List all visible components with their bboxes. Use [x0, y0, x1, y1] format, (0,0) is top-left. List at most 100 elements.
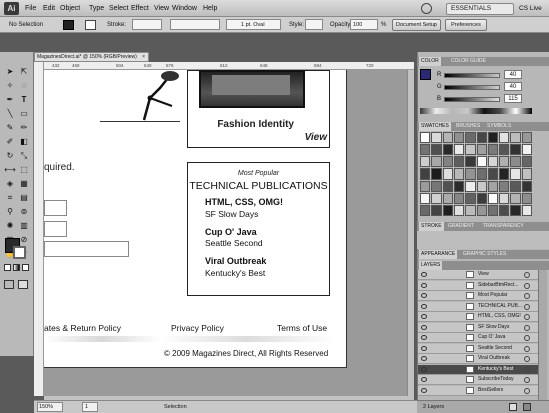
swatch[interactable]: [521, 132, 532, 144]
swatch[interactable]: [521, 204, 532, 216]
tab-symbols[interactable]: SYMBOLS: [485, 122, 513, 131]
swatch[interactable]: [521, 180, 532, 192]
swatch[interactable]: [442, 144, 453, 156]
swatch[interactable]: [453, 204, 465, 216]
layer-row[interactable]: Viral Outbreak: [418, 354, 538, 364]
gradient-tool-icon[interactable]: ▤: [18, 192, 30, 204]
variable-width-field[interactable]: [170, 19, 220, 30]
swatch[interactable]: [487, 204, 499, 216]
stroke-swatch[interactable]: [13, 246, 26, 259]
zoom-field[interactable]: 150%: [37, 402, 63, 412]
screen-mode-icon[interactable]: [18, 280, 28, 289]
tab-transparency[interactable]: TRANSPARENCY: [481, 222, 526, 231]
blend-tool-icon[interactable]: ⊚: [18, 206, 30, 218]
visibility-eye-icon[interactable]: [421, 387, 427, 393]
visibility-eye-icon[interactable]: [421, 377, 427, 382]
visibility-eye-icon[interactable]: [421, 366, 427, 372]
swatch-grid[interactable]: [420, 132, 532, 216]
swatch[interactable]: [420, 192, 431, 204]
swatch[interactable]: [442, 168, 453, 180]
fill-color-control[interactable]: [63, 20, 74, 30]
swatch[interactable]: [431, 168, 442, 180]
form-field-3[interactable]: [44, 241, 129, 257]
swatch[interactable]: [521, 156, 532, 168]
swatch[interactable]: [420, 144, 431, 156]
swatch[interactable]: [499, 168, 510, 180]
new-layer-icon[interactable]: [509, 403, 517, 411]
lasso-icon[interactable]: ◌: [18, 80, 30, 92]
swatch[interactable]: [499, 204, 510, 216]
swatch[interactable]: [420, 132, 431, 144]
target-circle-icon[interactable]: [524, 366, 530, 373]
swatch[interactable]: [521, 144, 532, 156]
target-circle-icon[interactable]: [524, 293, 530, 299]
visibility-eye-icon[interactable]: [421, 356, 427, 361]
rectangle-tool-icon[interactable]: ▭: [18, 108, 30, 120]
swatch[interactable]: [420, 168, 431, 180]
target-circle-icon[interactable]: [524, 345, 530, 352]
channel-value-b[interactable]: 115: [504, 94, 522, 103]
swatch[interactable]: [476, 192, 487, 204]
document-tab[interactable]: MagazinesDirect.ai* @ 150% (RGB/Preview)…: [34, 52, 149, 62]
swatch[interactable]: [465, 144, 476, 156]
visibility-eye-icon[interactable]: [421, 314, 427, 319]
color-spectrum-bar[interactable]: [420, 108, 532, 114]
artboard-number-field[interactable]: 1: [82, 402, 98, 412]
layer-row[interactable]: TECHNICAL PUB...: [418, 301, 538, 312]
color-fill-preview[interactable]: [420, 69, 431, 80]
layer-row[interactable]: SidebarBtmRect...: [418, 280, 538, 291]
visibility-eye-icon[interactable]: [421, 293, 427, 298]
tab-swatches[interactable]: SWATCHES: [419, 122, 451, 131]
swatch[interactable]: [476, 144, 487, 156]
free-transform-icon[interactable]: ⬚: [18, 164, 30, 176]
draw-mode-icon[interactable]: [4, 280, 14, 289]
gradient-mode-icon[interactable]: [13, 264, 20, 271]
pen-tool-icon[interactable]: ✒: [4, 94, 16, 106]
swatch[interactable]: [453, 192, 465, 204]
swatch[interactable]: [431, 144, 442, 156]
graph-tool-icon[interactable]: ▥: [18, 220, 30, 232]
blob-brush-icon[interactable]: ✐: [4, 136, 16, 148]
visibility-eye-icon[interactable]: [421, 324, 427, 330]
visibility-eye-icon[interactable]: [421, 345, 427, 351]
swatch[interactable]: [476, 180, 487, 192]
swatch[interactable]: [510, 168, 521, 180]
visibility-eye-icon[interactable]: [421, 335, 427, 340]
workspace-switcher[interactable]: ESSENTIALS: [446, 3, 514, 15]
symbol-sprayer-icon[interactable]: ✺: [4, 220, 16, 232]
swatch[interactable]: [453, 180, 465, 192]
document-setup-button[interactable]: Document Setup: [392, 19, 441, 31]
tab-color-guide[interactable]: COLOR GUIDE: [449, 57, 488, 66]
swatch[interactable]: [476, 204, 487, 216]
color-mode-icon[interactable]: [4, 264, 11, 271]
pencil-icon[interactable]: ✏: [18, 122, 30, 134]
menu-type[interactable]: Type: [89, 5, 104, 12]
swatch[interactable]: [431, 192, 442, 204]
swatch[interactable]: [465, 180, 476, 192]
swatch[interactable]: [521, 168, 532, 180]
channel-slider-r[interactable]: [444, 73, 500, 78]
swatch[interactable]: [487, 180, 499, 192]
layer-row[interactable]: SubscribeToday: [418, 375, 538, 385]
layer-row[interactable]: HTML, CSS, OMG!: [418, 312, 538, 322]
target-circle-icon[interactable]: [524, 356, 530, 362]
swatch[interactable]: [453, 132, 465, 144]
swatch[interactable]: [476, 168, 487, 180]
preferences-button[interactable]: Preferences: [445, 19, 487, 31]
swatch[interactable]: [487, 168, 499, 180]
menu-view[interactable]: View: [154, 5, 169, 12]
scale-tool-icon[interactable]: ⤡: [18, 150, 30, 162]
tab-layers[interactable]: LAYERS: [419, 261, 443, 270]
swatch[interactable]: [465, 204, 476, 216]
swatch[interactable]: [510, 132, 521, 144]
visibility-eye-icon[interactable]: [421, 303, 427, 309]
swatch[interactable]: [442, 180, 453, 192]
swatch[interactable]: [465, 192, 476, 204]
swatch[interactable]: [442, 156, 453, 168]
eyedropper-icon[interactable]: ⚲: [4, 206, 16, 218]
tab-graphic-styles[interactable]: GRAPHIC STYLES: [461, 250, 508, 259]
swatch[interactable]: [487, 156, 499, 168]
swatch[interactable]: [431, 204, 442, 216]
swatch[interactable]: [499, 180, 510, 192]
swatch[interactable]: [499, 156, 510, 168]
